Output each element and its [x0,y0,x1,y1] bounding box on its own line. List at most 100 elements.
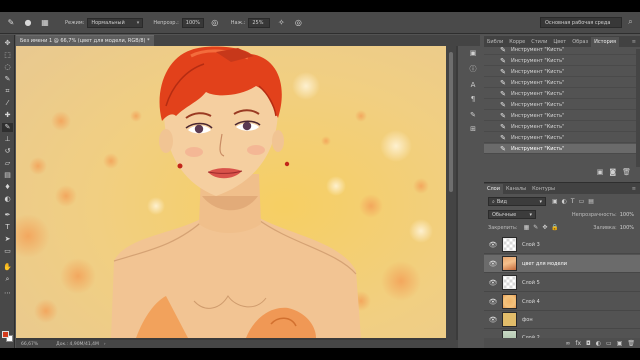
layer-row-selected[interactable]: 👁 цвет для модели [484,255,640,273]
brush-preset-icon[interactable]: ● [22,17,34,29]
tab-channels[interactable]: Каналы [503,184,529,194]
shape-icon[interactable]: ▭ [2,247,13,256]
canvas-area [16,46,458,340]
history-state[interactable]: ✎ Инструмент "Кисть" [484,89,636,99]
brush-panel-icon[interactable]: ▦ [39,17,51,29]
layer-filter-row: ⌕ Вид ▾ ▣ ◐ T ▭ ▤ [484,197,640,206]
eye-icon[interactable]: 👁 [487,316,499,324]
layer-style-icon[interactable]: fx [575,340,581,347]
blur-icon[interactable]: ♦ [2,183,13,192]
layer-row[interactable]: 👁 Слой 3 [484,236,640,254]
zoom-icon[interactable]: ⌕ [2,275,13,284]
status-arrow-icon[interactable]: › [104,342,106,347]
filter-adjustment-icon[interactable]: ◐ [562,198,567,205]
layer-filter-select[interactable]: ⌕ Вид ▾ [488,197,546,206]
new-document-from-state-icon[interactable]: ▣ [597,168,604,178]
layer-row[interactable]: 👁 фон [484,311,640,329]
opacity-label: Непрозр.: [153,19,179,26]
tab-layers[interactable]: Слои [484,184,503,194]
lock-pixels-icon[interactable]: ✎ [533,224,538,231]
document-tab[interactable]: Без имени 1 @ 66,7% (цвет для модели, RG… [16,35,154,46]
search-icon: ⌕ [492,198,495,205]
scrollbar-thumb[interactable] [449,52,453,192]
dodge-icon[interactable]: ◐ [2,195,13,204]
canvas[interactable] [16,46,448,338]
workspace-select[interactable]: Основная рабочая среда [540,17,622,28]
history-state-current[interactable]: ✎ Инструмент "Кисть" [484,144,636,154]
trash-icon[interactable]: 🗑 [627,340,635,347]
opacity-input[interactable]: 100% [181,17,204,28]
fill-value[interactable]: 100% [620,225,634,231]
new-layer-icon[interactable]: ▣ [617,340,623,347]
pressure-size-icon[interactable]: ◎ [292,17,304,29]
mode-select[interactable]: Нормальный ▾ [87,17,144,28]
eye-icon[interactable]: 👁 [487,298,499,306]
panel-menu-icon[interactable]: ≡ [632,184,640,194]
paragraph-icon[interactable]: ¶ [468,94,478,104]
eye-icon[interactable]: 👁 [487,260,499,268]
hand-icon[interactable]: ✋ [2,263,13,272]
clone-stamp-icon[interactable]: ⊥ [2,135,13,144]
lock-position-icon[interactable]: ✥ [542,224,547,231]
home-brush-icon[interactable]: ✎ [5,17,17,29]
history-brush-icon[interactable]: ↺ [2,147,13,156]
toolbar: ✥ ⬚ ◌ ✎ ⌗ ⁄ ✚ ✎ ⊥ ↺ ▱ ▤ ♦ ◐ ✒ T ➤ ▭ ✋ ⌕ … [0,35,15,348]
search-icon[interactable]: ⌕ [625,17,636,28]
pen-icon[interactable]: ✒ [2,211,13,220]
filter-pixel-icon[interactable]: ▣ [552,198,558,205]
panel-dock: ▣ ⓘ A ¶ ✎ ⊞ [466,48,480,168]
path-select-icon[interactable]: ➤ [2,235,13,244]
eye-icon[interactable]: 👁 [487,279,499,287]
history-state[interactable]: ✎ Инструмент "Кисть" [484,111,636,121]
tab-paths[interactable]: Контуры [529,184,558,194]
airbrush-icon[interactable]: ✧ [275,17,287,29]
workspace-label: Основная рабочая среда [545,19,611,26]
history-state[interactable]: ✎ Инструмент "Кисть" [484,100,636,110]
history-state[interactable]: ✎ Инструмент "Кисть" [484,122,636,132]
history-state[interactable]: ✎ Инструмент "Кисть" [484,56,636,66]
pressure-opacity-icon[interactable]: ◎ [209,17,221,29]
healing-icon[interactable]: ✚ [2,111,13,120]
move-icon[interactable]: ✥ [2,39,13,48]
opacity-value[interactable]: 100% [620,212,634,218]
filter-smart-icon[interactable]: ▤ [588,198,594,205]
lock-all-icon[interactable]: 🔒 [551,224,558,231]
history-state[interactable]: ✎ Инструмент "Кисть" [484,78,636,88]
snapshot-camera-icon[interactable]: ◙ [609,168,616,178]
zoom-level[interactable]: 66,67% [21,342,38,347]
history-state[interactable]: ✎ Инструмент "Кисть" [484,133,636,143]
new-group-icon[interactable]: ▭ [606,340,612,347]
gradient-icon[interactable]: ▤ [2,171,13,180]
history-state[interactable]: ✎ Инструмент "Кисть" [484,45,636,55]
filter-shape-icon[interactable]: ▭ [579,198,585,205]
crop-icon[interactable]: ⌗ [2,87,13,96]
layer-row[interactable]: 👁 Слой 4 [484,293,640,311]
history-scrollbar[interactable] [636,49,640,167]
layer-row[interactable]: 👁 Слой 5 [484,274,640,292]
eye-icon[interactable]: 👁 [487,241,499,249]
character-icon[interactable]: A [468,80,478,90]
trash-icon[interactable]: 🗑 [622,168,631,178]
properties-icon[interactable]: ▣ [468,48,478,58]
adjustment-layer-icon[interactable]: ◐ [596,340,601,347]
lasso-icon[interactable]: ◌ [2,63,13,72]
brush-settings-icon[interactable]: ✎ [468,110,478,120]
blend-mode-select[interactable]: Обычные ▾ [488,210,536,219]
more-tools-icon[interactable]: ⋯ [2,289,13,298]
eraser-icon[interactable]: ▱ [2,159,13,168]
marquee-icon[interactable]: ⬚ [2,51,13,60]
info-icon[interactable]: ⓘ [468,64,478,74]
vertical-scrollbar[interactable] [446,46,456,340]
clone-source-icon[interactable]: ⊞ [468,124,478,134]
type-icon[interactable]: T [2,223,13,232]
eyedropper-icon[interactable]: ⁄ [2,99,13,108]
flow-input[interactable]: 25% [248,17,271,28]
quick-select-icon[interactable]: ✎ [2,75,13,84]
brush-icon[interactable]: ✎ [2,123,13,132]
foreground-color-swatch[interactable] [2,331,9,338]
filter-type-icon[interactable]: T [571,198,575,205]
history-state[interactable]: ✎ Инструмент "Кисть" [484,67,636,77]
link-layers-icon[interactable]: ∞ [565,340,570,347]
add-mask-icon[interactable]: ◘ [586,340,591,347]
lock-transparency-icon[interactable]: ▦ [524,224,530,231]
